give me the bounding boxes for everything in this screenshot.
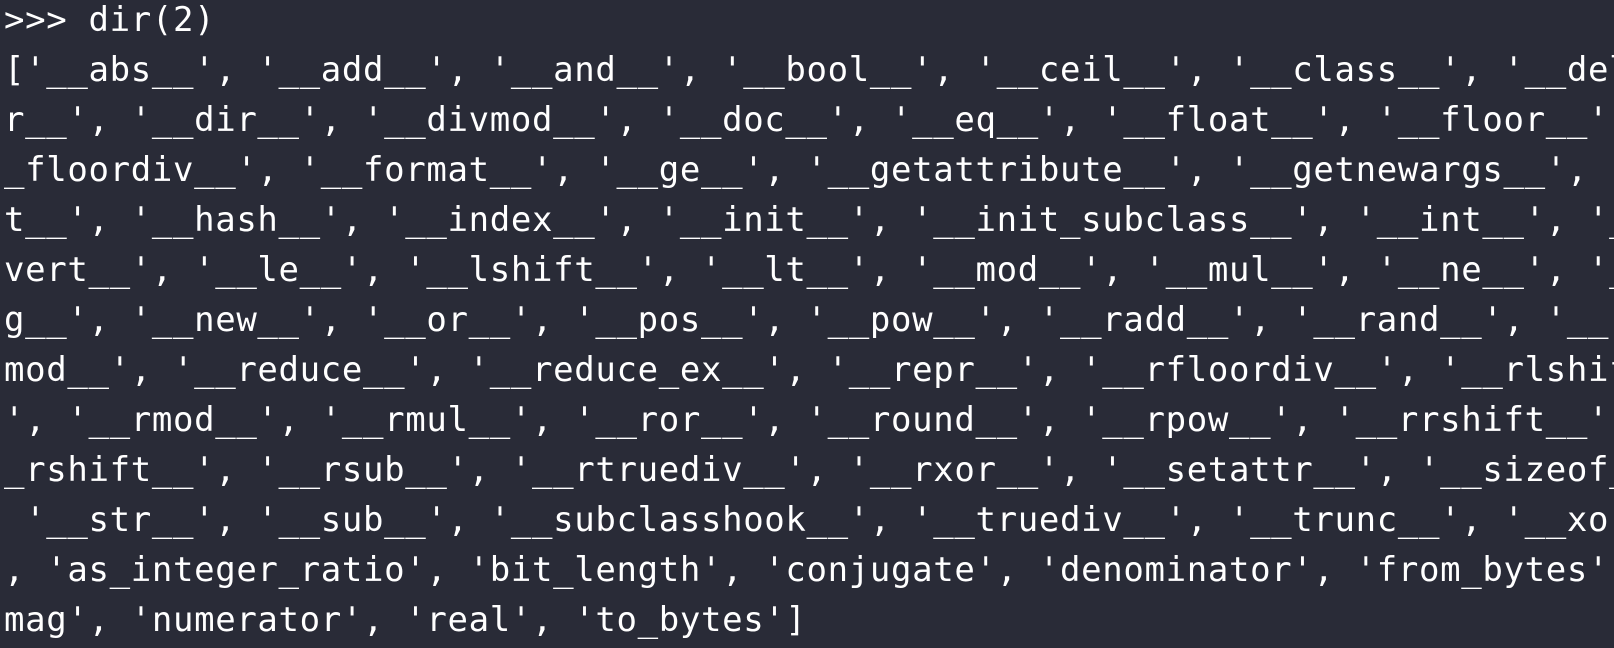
output-line: g__', '__new__', '__or__', '__pos__', '_…: [4, 300, 1614, 340]
output-line: _floordiv__', '__format__', '__ge__', '_…: [4, 150, 1614, 190]
terminal-output[interactable]: >>> dir(2) ['__abs__', '__add__', '__and…: [0, 0, 1614, 643]
output-line: ', '__rmod__', '__rmul__', '__ror__', '_…: [4, 400, 1614, 440]
output-line: _rshift__', '__rsub__', '__rtruediv__', …: [4, 450, 1614, 490]
output-line: '__str__', '__sub__', '__subclasshook__'…: [4, 500, 1614, 540]
output-line: ['__abs__', '__add__', '__and__', '__boo…: [4, 50, 1614, 90]
output-line: vert__', '__le__', '__lshift__', '__lt__…: [4, 250, 1614, 290]
output-line: t__', '__hash__', '__index__', '__init__…: [4, 200, 1614, 240]
output-line: mag', 'numerator', 'real', 'to_bytes']: [4, 600, 807, 640]
output-line: , 'as_integer_ratio', 'bit_length', 'con…: [4, 550, 1614, 590]
output-line: mod__', '__reduce__', '__reduce_ex__', '…: [4, 350, 1614, 390]
output-line: r__', '__dir__', '__divmod__', '__doc__'…: [4, 100, 1614, 140]
prompt-line: >>> dir(2): [4, 0, 216, 40]
